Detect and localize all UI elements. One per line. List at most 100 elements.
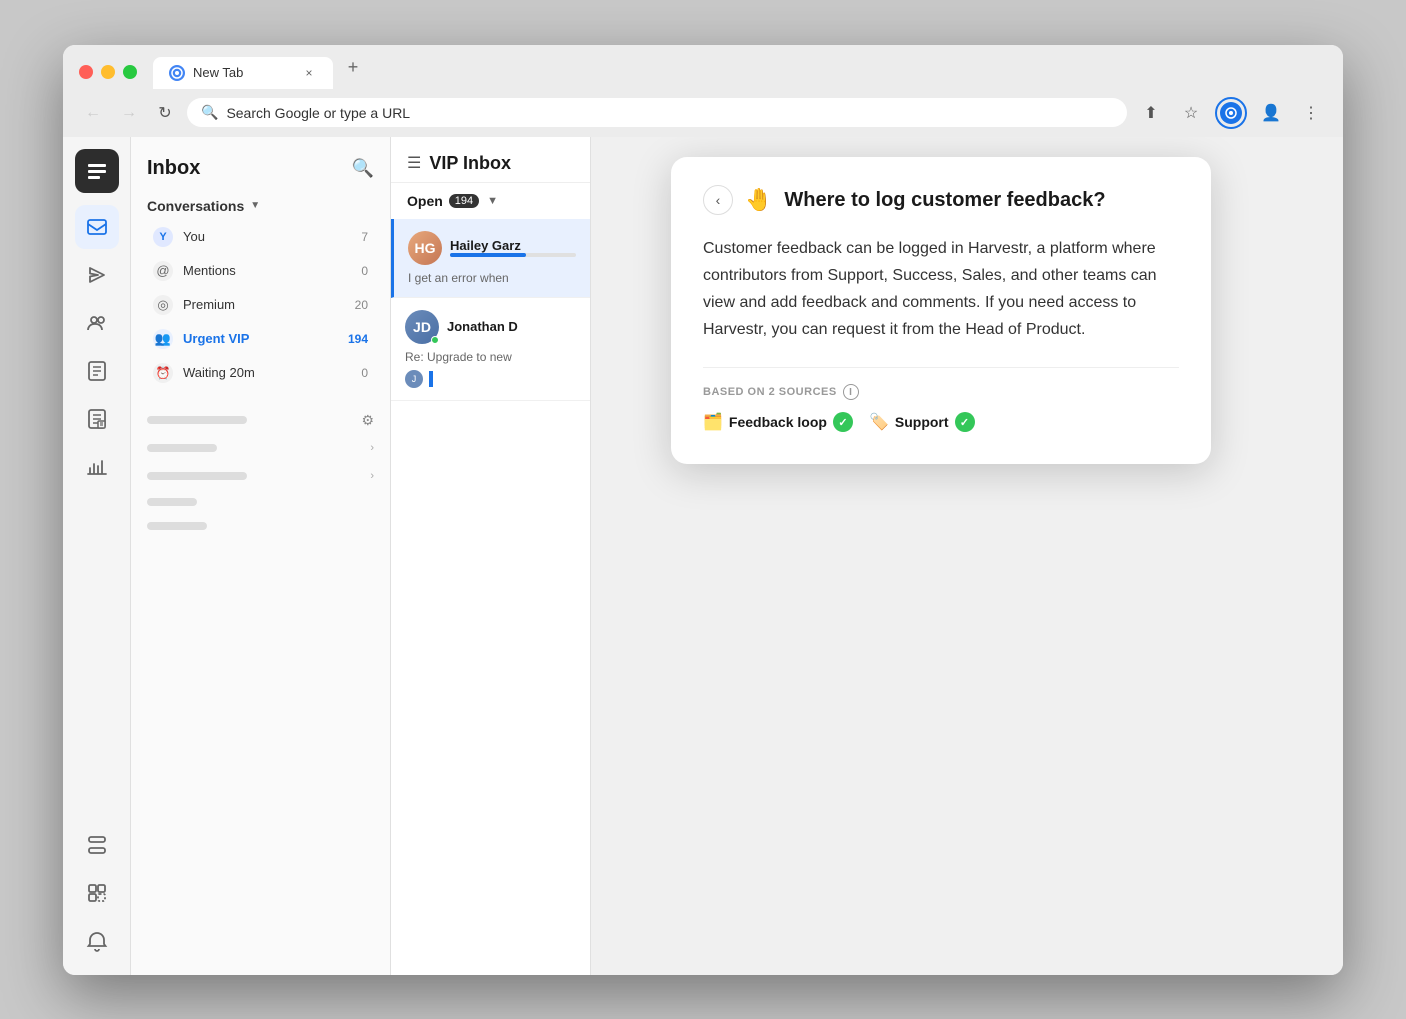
nav-item-you-count: 7 bbox=[361, 230, 368, 244]
feedback-loop-icon: 🗂️ bbox=[703, 412, 723, 432]
conv-item-bottom-jonathan: J bbox=[405, 370, 576, 388]
waiting-icon: ⏰ bbox=[153, 363, 173, 383]
feedback-loop-label: Feedback loop bbox=[729, 414, 827, 430]
chevron-down-icon: ▼ bbox=[250, 200, 260, 211]
active-tab[interactable]: New Tab × bbox=[153, 57, 333, 89]
nav-panel-header: Inbox 🔍 bbox=[131, 137, 390, 188]
sidebar-item-team[interactable] bbox=[75, 301, 119, 345]
tab-close-button[interactable]: × bbox=[301, 65, 317, 81]
sidebar-item-chart[interactable] bbox=[75, 445, 119, 489]
toolbar-right: ⬆ ☆ 👤 ⋮ bbox=[1135, 97, 1327, 129]
sidebar-item-apps[interactable] bbox=[75, 871, 119, 915]
address-text: Search Google or type a URL bbox=[226, 105, 410, 121]
nav-item-mentions-label: Mentions bbox=[183, 263, 351, 278]
maximize-window-button[interactable] bbox=[123, 65, 137, 79]
source-feedback-loop[interactable]: 🗂️ Feedback loop ✓ bbox=[703, 412, 853, 432]
new-tab-button[interactable]: + bbox=[337, 57, 369, 89]
nav-sub-row-1[interactable]: › bbox=[147, 437, 374, 459]
open-count-badge: 194 bbox=[449, 194, 479, 208]
nav-item-waiting-count: 0 bbox=[361, 366, 368, 380]
sidebar-icons bbox=[63, 137, 131, 975]
hailey-progress-fill bbox=[450, 253, 526, 257]
menu-button[interactable]: ⋮ bbox=[1295, 97, 1327, 129]
chevron-right-icon: › bbox=[370, 442, 374, 454]
address-bar[interactable]: 🔍 Search Google or type a URL bbox=[187, 98, 1127, 127]
nav-sub-section: ⚙ › › bbox=[131, 402, 390, 541]
tab-title: New Tab bbox=[193, 65, 243, 80]
close-window-button[interactable] bbox=[79, 65, 93, 79]
jonathan-name: Jonathan D bbox=[447, 319, 576, 334]
hailey-avatar: HG bbox=[408, 231, 442, 265]
nav-sub-bar-1 bbox=[147, 416, 247, 424]
settings-gear-icon[interactable]: ⚙ bbox=[361, 412, 374, 429]
sidebar-item-compose[interactable] bbox=[75, 823, 119, 867]
nav-sub-bar-3 bbox=[147, 472, 247, 480]
popup-body: Customer feedback can be logged in Harve… bbox=[703, 235, 1179, 344]
profile-button[interactable]: 👤 bbox=[1255, 97, 1287, 129]
extension-button[interactable] bbox=[1215, 97, 1247, 129]
conversation-item-jonathan[interactable]: JD Jonathan D Re: Upgrade to new J bbox=[391, 298, 590, 401]
nav-sub-row-3[interactable] bbox=[147, 493, 374, 511]
share-button[interactable]: ⬆ bbox=[1135, 97, 1167, 129]
main-content: ‹ 🤚 Where to log customer feedback? Cust… bbox=[591, 137, 1343, 975]
sidebar-item-notes[interactable] bbox=[75, 397, 119, 441]
sidebar-item-bell[interactable] bbox=[75, 919, 119, 963]
nav-sub-bar-5 bbox=[147, 522, 207, 530]
nav-panel-title: Inbox bbox=[147, 157, 200, 180]
nav-sub-row-4[interactable] bbox=[147, 517, 374, 535]
title-bar: New Tab × + bbox=[63, 45, 1343, 89]
nav-item-urgent-vip-label: Urgent VIP bbox=[183, 331, 338, 346]
sidebar-bottom bbox=[75, 823, 119, 963]
popup-divider bbox=[703, 367, 1179, 368]
conversation-item-hailey[interactable]: HG Hailey Garz I get an error when bbox=[391, 219, 590, 298]
source-support[interactable]: 🏷️ Support ✓ bbox=[869, 412, 975, 432]
conversations-header[interactable]: Conversations ▼ bbox=[131, 188, 390, 220]
nav-item-urgent-vip[interactable]: 👥 Urgent VIP 194 bbox=[137, 322, 384, 356]
nav-item-waiting[interactable]: ⏰ Waiting 20m 0 bbox=[137, 356, 384, 390]
sidebar-item-book[interactable] bbox=[75, 349, 119, 393]
you-avatar-icon: Y bbox=[153, 227, 173, 247]
nav-item-premium-label: Premium bbox=[183, 297, 345, 312]
nav-item-you[interactable]: Y You 7 bbox=[137, 220, 384, 254]
feedback-loop-check-icon: ✓ bbox=[833, 412, 853, 432]
urgent-vip-icon: 👥 bbox=[153, 329, 173, 349]
back-button[interactable]: ← bbox=[79, 99, 107, 127]
jonathan-preview: Re: Upgrade to new bbox=[405, 350, 576, 364]
open-filter-label: Open bbox=[407, 193, 443, 209]
inbox-panel-header: ☰ VIP Inbox bbox=[391, 137, 590, 183]
app-logo[interactable] bbox=[75, 149, 119, 193]
support-check-icon: ✓ bbox=[955, 412, 975, 432]
knowledge-popup: ‹ 🤚 Where to log customer feedback? Cust… bbox=[671, 157, 1211, 465]
popup-sources: 🗂️ Feedback loop ✓ 🏷️ Support ✓ bbox=[703, 412, 1179, 432]
popup-header: ‹ 🤚 Where to log customer feedback? bbox=[703, 185, 1179, 215]
conversations-label: Conversations bbox=[147, 198, 244, 214]
open-filter[interactable]: Open 194 ▼ bbox=[391, 183, 590, 219]
nav-item-premium[interactable]: ◎ Premium 20 bbox=[137, 288, 384, 322]
hamburger-menu-icon[interactable]: ☰ bbox=[407, 153, 421, 173]
refresh-button[interactable]: ↻ bbox=[151, 99, 179, 127]
filter-chevron-icon: ▼ bbox=[487, 195, 498, 207]
support-icon: 🏷️ bbox=[869, 412, 889, 432]
popup-sources-label: BASED ON 2 SOURCES i bbox=[703, 384, 1179, 400]
sources-info-icon[interactable]: i bbox=[843, 384, 859, 400]
popup-back-button[interactable]: ‹ bbox=[703, 185, 733, 215]
support-label: Support bbox=[895, 414, 949, 430]
nav-item-you-label: You bbox=[183, 229, 351, 244]
online-indicator bbox=[431, 336, 439, 344]
hailey-preview: I get an error when bbox=[408, 271, 576, 285]
popup-title-icon: 🤚 bbox=[745, 187, 772, 213]
bookmark-button[interactable]: ☆ bbox=[1175, 97, 1207, 129]
nav-search-icon[interactable]: 🔍 bbox=[352, 158, 374, 179]
forward-button[interactable]: → bbox=[115, 99, 143, 127]
sidebar-item-inbox[interactable] bbox=[75, 205, 119, 249]
minimize-window-button[interactable] bbox=[101, 65, 115, 79]
browser-window: New Tab × + ← → ↻ 🔍 Search Google or typ… bbox=[63, 45, 1343, 975]
nav-sub-row-2[interactable]: › bbox=[147, 465, 374, 487]
premium-icon: ◎ bbox=[153, 295, 173, 315]
nav-item-mentions[interactable]: @ Mentions 0 bbox=[137, 254, 384, 288]
sidebar-item-send[interactable] bbox=[75, 253, 119, 297]
popup-title: Where to log customer feedback? bbox=[784, 187, 1105, 213]
nav-sub-bar-2 bbox=[147, 444, 217, 452]
typing-indicator bbox=[429, 371, 433, 387]
hailey-name: Hailey Garz bbox=[450, 238, 576, 253]
